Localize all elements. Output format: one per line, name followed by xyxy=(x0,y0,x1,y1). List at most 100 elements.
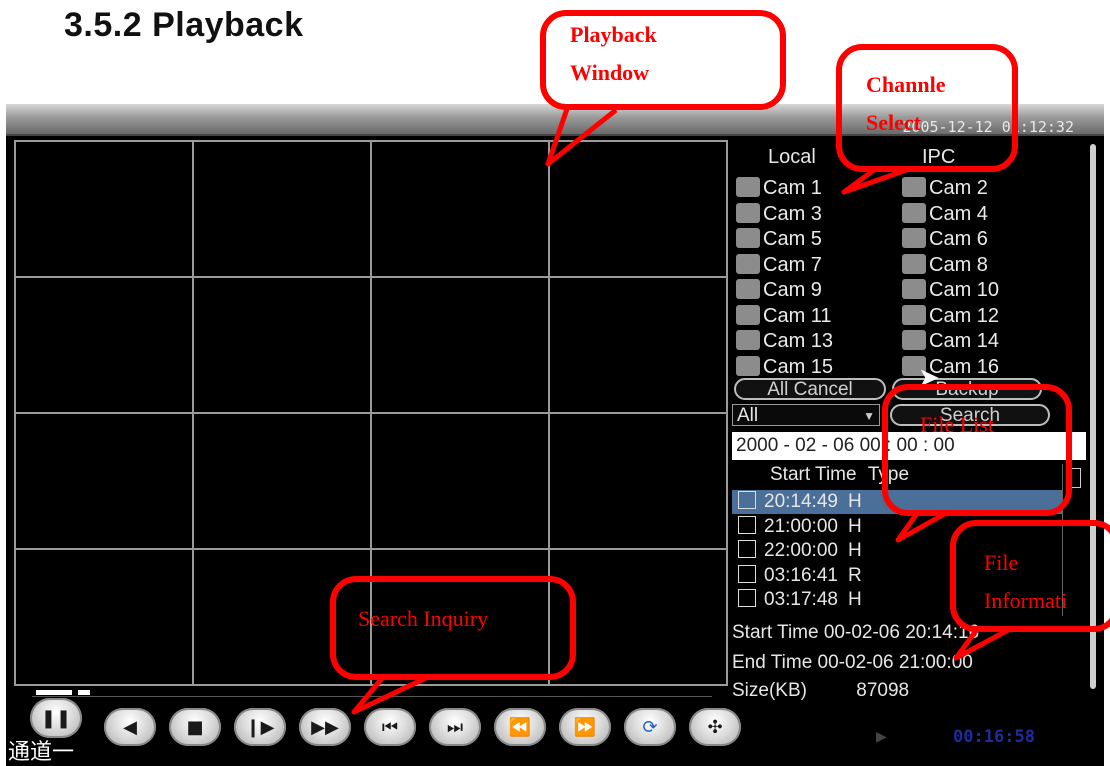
camera-checkbox[interactable]: Cam 7 xyxy=(736,253,822,277)
callout-channel-line1: Channle xyxy=(866,72,946,97)
pause-icon: ❚❚ xyxy=(40,707,72,729)
row-checkbox-icon[interactable] xyxy=(738,589,756,607)
playback-cell[interactable] xyxy=(192,140,372,278)
camera-checkbox[interactable]: Cam 11 xyxy=(736,304,832,328)
checkbox-icon[interactable] xyxy=(902,304,926,325)
camera-label: Cam 2 xyxy=(929,177,988,199)
playback-cell[interactable] xyxy=(370,140,550,278)
record-type-value: All xyxy=(737,405,759,426)
playback-cell[interactable] xyxy=(370,412,550,550)
camera-checkbox[interactable]: Cam 2 xyxy=(902,176,988,200)
previous-file-button[interactable]: ⏪ xyxy=(494,708,546,746)
callout-file-info-text: File Informati xyxy=(984,544,1067,620)
pause-button[interactable]: ❚❚ xyxy=(30,698,82,738)
previous-frame-button[interactable]: ⏮ xyxy=(364,708,416,746)
camera-checkbox[interactable]: Cam 3 xyxy=(736,202,822,226)
file-start-time-cell: 20:14:49 xyxy=(764,491,838,512)
play-indicator-icon: ▶ xyxy=(876,728,887,744)
page-heading: 3.5.2 Playback xyxy=(64,6,304,44)
all-cancel-button[interactable]: All Cancel xyxy=(734,378,886,400)
checkbox-icon[interactable] xyxy=(736,202,760,223)
fast-forward-button[interactable]: ▶▶ xyxy=(299,708,351,746)
next-file-button[interactable]: ⏩ xyxy=(559,708,611,746)
camera-checkbox[interactable]: Cam 8 xyxy=(902,253,988,277)
camera-label: Cam 4 xyxy=(929,202,988,225)
row-checkbox-icon[interactable] xyxy=(738,491,756,509)
checkbox-icon[interactable] xyxy=(902,279,926,299)
checkbox-icon[interactable] xyxy=(902,202,926,223)
file-start-time-cell: 22:00:00 xyxy=(764,540,838,561)
callout-playback-line2: Window xyxy=(570,60,650,85)
camera-label: Cam 5 xyxy=(763,228,822,250)
fullscreen-icon: ✣ xyxy=(707,716,723,738)
playback-cell[interactable] xyxy=(192,276,372,414)
row-checkbox-icon[interactable] xyxy=(738,515,756,534)
column-start-time: Start Time xyxy=(770,464,857,485)
camera-checkbox[interactable]: Cam 13 xyxy=(736,329,833,353)
previous-frame-icon: ⏮ xyxy=(381,716,399,738)
camera-checkbox[interactable]: Cam 14 xyxy=(902,329,999,353)
camera-checkbox[interactable]: Cam 16 xyxy=(902,355,999,379)
checkbox-icon[interactable] xyxy=(902,228,926,248)
camera-checkbox[interactable]: Cam 1 xyxy=(736,176,822,200)
tab-local[interactable]: Local xyxy=(768,146,816,169)
playback-cell[interactable] xyxy=(548,412,728,550)
camera-checkbox[interactable]: Cam 6 xyxy=(902,227,988,251)
playback-cell[interactable] xyxy=(370,276,550,414)
next-frame-icon: ⏭ xyxy=(446,716,464,738)
checkbox-icon[interactable] xyxy=(736,330,760,350)
repeat-icon: ⟳ xyxy=(642,716,658,738)
checkbox-icon[interactable] xyxy=(902,330,926,350)
playback-cell[interactable] xyxy=(14,412,194,550)
file-start-time-cell: 03:17:48 xyxy=(764,589,838,610)
fast-forward-icon: ▶▶ xyxy=(311,716,339,738)
next-frame-button[interactable]: ⏭ xyxy=(429,708,481,746)
playback-cell[interactable] xyxy=(14,276,194,414)
camera-label: Cam 9 xyxy=(763,279,822,301)
playback-cell[interactable] xyxy=(14,140,194,278)
record-type-select[interactable]: All ▼ xyxy=(732,404,880,426)
camera-checkbox[interactable]: Cam 9 xyxy=(736,278,822,302)
callout-playback-window-text: Playback Window xyxy=(570,16,657,92)
next-file-icon: ⏩ xyxy=(573,716,597,738)
checkbox-icon[interactable] xyxy=(736,304,760,325)
previous-file-icon: ⏪ xyxy=(508,716,532,738)
callout-channel-select-text: Channle Select xyxy=(866,66,945,142)
row-checkbox-icon[interactable] xyxy=(738,540,756,558)
checkbox-icon[interactable] xyxy=(902,177,926,197)
slow-play-button[interactable]: ❙▶ xyxy=(234,708,286,746)
checkbox-icon[interactable] xyxy=(736,279,760,299)
camera-label: Cam 6 xyxy=(929,228,988,250)
file-start-time: Start Time 00-02-06 20:14:16 xyxy=(732,622,980,643)
file-type-cell: R xyxy=(847,564,862,586)
file-type-cell: H xyxy=(847,589,862,610)
fullscreen-button[interactable]: ✣ xyxy=(689,708,741,746)
stop-button[interactable]: ■ xyxy=(169,708,221,746)
camera-checkbox[interactable]: Cam 4 xyxy=(902,202,988,226)
camera-checkbox[interactable]: Cam 5 xyxy=(736,227,822,251)
callout-playback-line1: Playback xyxy=(570,22,657,47)
camera-label: Cam 14 xyxy=(929,330,1000,352)
checkbox-icon[interactable] xyxy=(736,253,760,274)
playback-cell[interactable] xyxy=(14,548,194,686)
checkbox-icon[interactable] xyxy=(902,253,926,274)
callout-info-line1: File xyxy=(984,550,1019,575)
row-checkbox-icon[interactable] xyxy=(738,564,756,583)
checkbox-icon[interactable] xyxy=(736,355,760,376)
camera-checkbox[interactable]: Cam 10 xyxy=(902,278,999,302)
repeat-button[interactable]: ⟳ xyxy=(624,708,676,746)
camera-label: Cam 3 xyxy=(763,202,822,225)
checkbox-icon[interactable] xyxy=(736,177,760,197)
file-start-time-cell: 03:16:41 xyxy=(764,564,838,586)
callout-info-line2: Informati xyxy=(984,588,1068,613)
playback-cell[interactable] xyxy=(192,412,372,550)
callout-file-list-text: File List xyxy=(920,412,994,437)
camera-label: Cam 10 xyxy=(929,279,1000,301)
playback-cell[interactable] xyxy=(548,276,728,414)
checkbox-icon[interactable] xyxy=(736,228,760,248)
camera-checkbox[interactable]: Cam 12 xyxy=(902,304,999,328)
camera-checkbox[interactable]: Cam 15 xyxy=(736,355,833,379)
callout-channel-line2: Select xyxy=(866,110,921,135)
play-reverse-button[interactable]: ◀ xyxy=(104,708,156,746)
playback-cell[interactable] xyxy=(548,140,728,278)
